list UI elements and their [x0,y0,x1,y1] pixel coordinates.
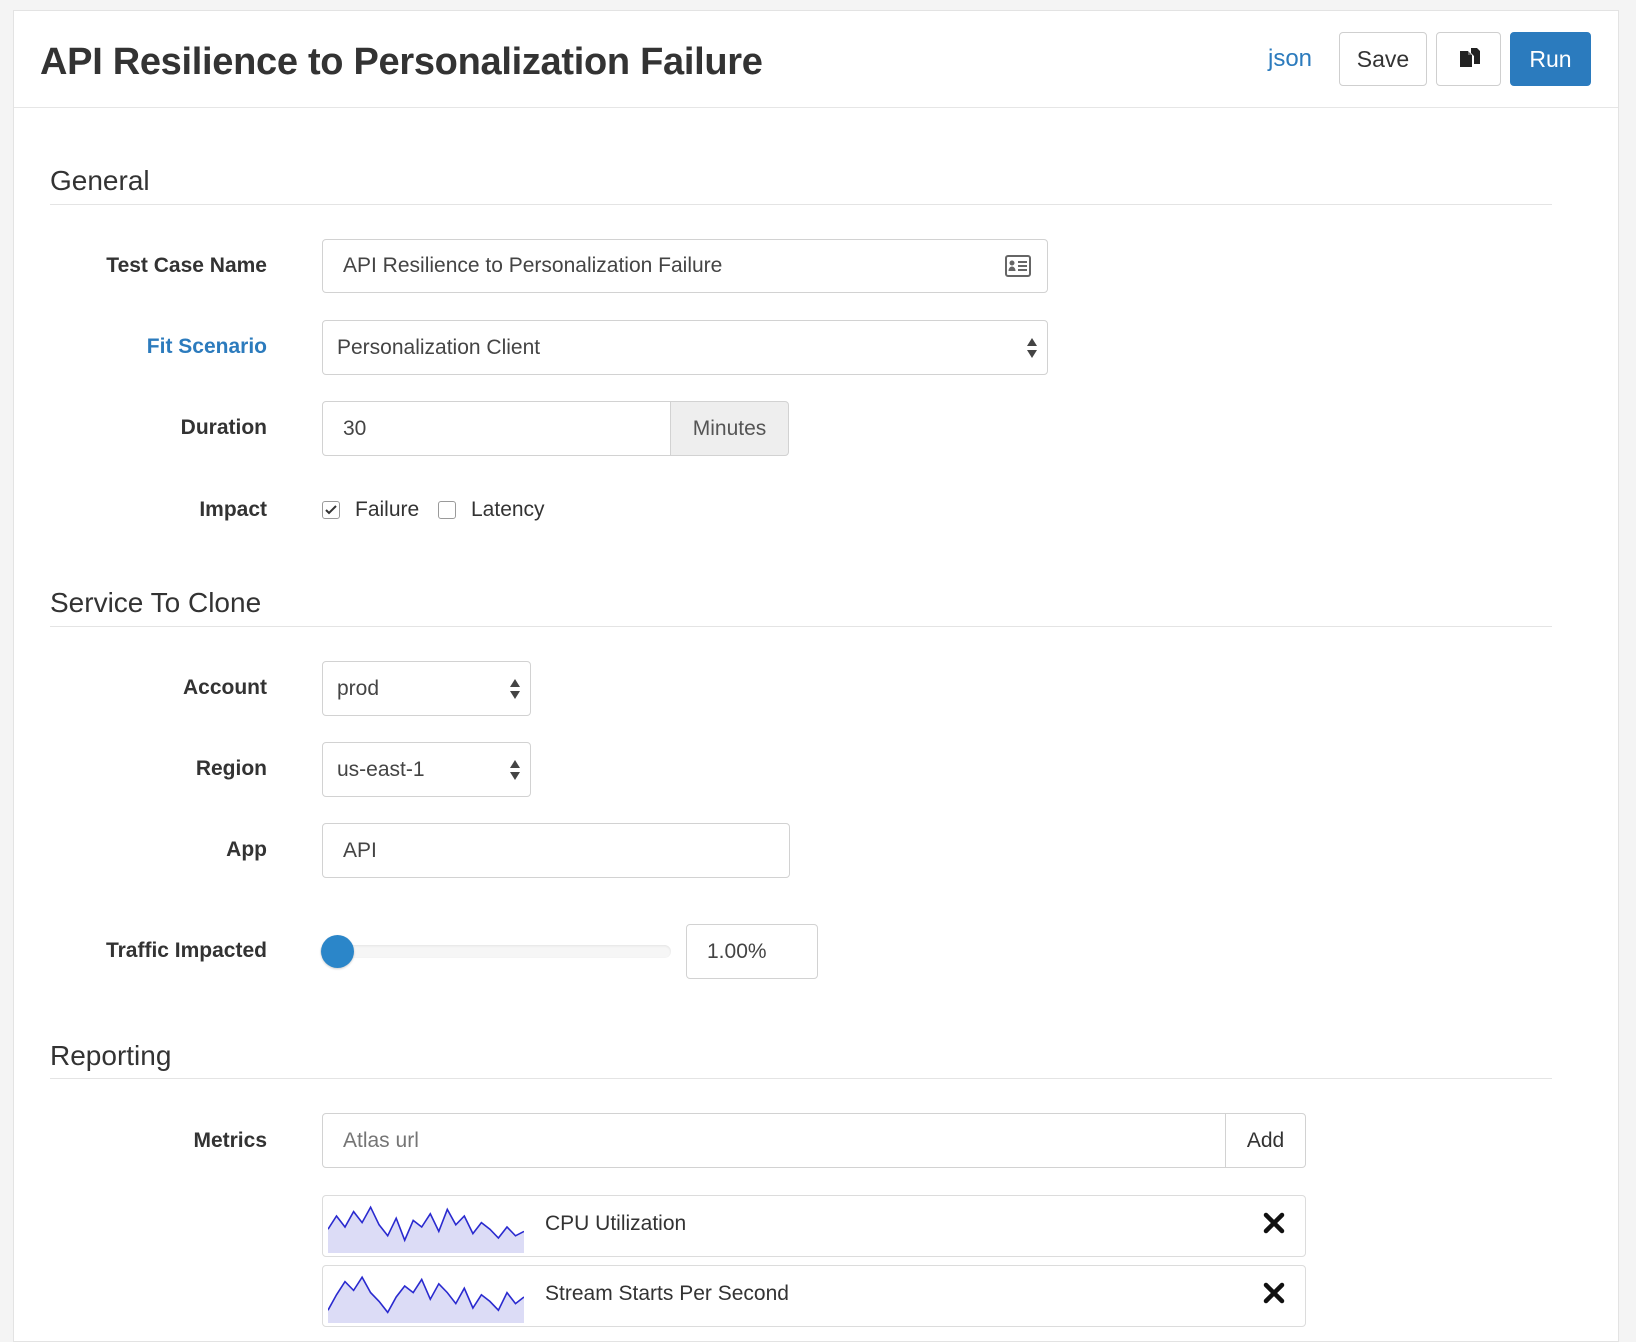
fit-scenario-value: Personalization Client [337,335,541,359]
section-divider [50,626,1552,627]
traffic-percent-input[interactable]: 1.00% [686,924,818,979]
traffic-slider-thumb[interactable] [321,935,355,968]
sparkline-area [328,1207,524,1253]
copy-button[interactable] [1436,32,1501,86]
metric-row: CPU Utilization [322,1195,1306,1257]
region-select[interactable]: us-east-1 [322,742,531,797]
account-value: prod [337,676,380,700]
add-metric-button[interactable]: Add [1225,1113,1306,1168]
metric-name: CPU Utilization [545,1212,687,1235]
latency-checkbox[interactable] [438,501,456,519]
metric-name: Stream Starts Per Second [545,1282,789,1305]
json-link[interactable]: json [1268,45,1312,73]
section-title-service-to-clone: Service To Clone [50,587,262,618]
duration-value: 30 [343,416,367,440]
close-icon[interactable] [1263,1212,1285,1234]
account-select[interactable]: prod [322,661,531,716]
latency-checkbox-label[interactable]: Latency [471,498,545,522]
metrics-label: Metrics [193,1129,267,1152]
select-arrows-icon [1027,337,1037,358]
section-divider [50,204,1552,205]
run-button[interactable]: Run [1510,32,1591,86]
test-case-name-input[interactable]: API Resilience to Personalization Failur… [322,239,1048,293]
traffic-impacted-label: Traffic Impacted [105,939,267,962]
id-card-icon [1005,255,1031,277]
impact-label: Impact [199,498,267,521]
traffic-slider-track[interactable] [320,935,671,968]
app-label: App [226,838,267,861]
save-button[interactable]: Save [1339,32,1427,86]
test-case-name-label: Test Case Name [106,254,267,277]
metric-sparkline [328,1275,524,1323]
section-title-reporting: Reporting [50,1040,172,1071]
close-icon[interactable] [1263,1282,1285,1304]
test-case-name-value: API Resilience to Personalization Failur… [343,254,723,277]
select-arrows-icon [510,759,520,780]
page-title: API Resilience to Personalization Failur… [40,41,763,83]
traffic-percent-value: 1.00% [707,939,767,963]
atlas-url-input[interactable] [322,1113,1227,1168]
fit-scenario-link[interactable]: Fit Scenario [147,335,267,359]
checkmark-icon [325,505,337,515]
account-label: Account [183,676,267,699]
copy-icon [1459,48,1480,67]
duration-label: Duration [180,416,267,439]
failure-checkbox-label[interactable]: Failure [355,498,419,522]
duration-input[interactable]: 30 [322,401,672,456]
header-bar: API Resilience to Personalization Failur… [14,11,1618,108]
select-arrows-icon [510,678,520,699]
region-value: us-east-1 [337,757,425,781]
section-title-general: General [50,165,150,196]
app-value: API [343,838,377,862]
metric-sparkline [328,1205,524,1253]
section-divider [50,1078,1552,1079]
duration-unit-addon: Minutes [670,401,789,456]
fit-scenario-select[interactable]: Personalization Client [322,320,1048,375]
region-label: Region [195,757,267,780]
failure-checkbox[interactable] [322,501,340,519]
app-input[interactable]: API [322,823,790,878]
